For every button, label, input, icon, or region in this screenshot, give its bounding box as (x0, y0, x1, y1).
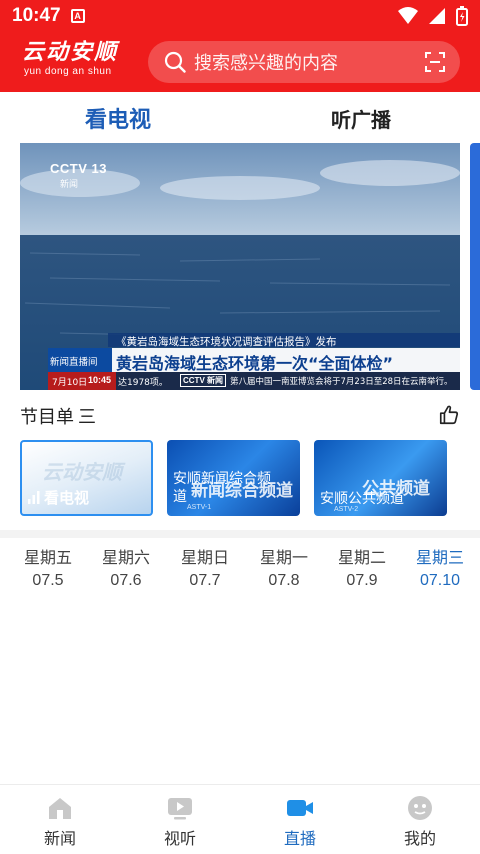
home-icon (49, 798, 71, 819)
channel-logo: CCTV 13 (50, 161, 107, 176)
play-icon (168, 798, 192, 820)
day-date: 07.7 (189, 572, 221, 589)
day-date: 07.5 (32, 572, 64, 589)
status-time: 10:47 (12, 5, 61, 26)
report-title: 《黄岩岛海域生态环境状况调查评估报告》发布 (116, 336, 337, 348)
broadcast-date: 7月10日 (52, 378, 88, 388)
day-name: 星期五 (23, 548, 72, 567)
status-icons (398, 6, 468, 26)
channel-name-line1: 安顺新闻综合频 (173, 471, 271, 487)
thumbs-up-icon[interactable] (438, 404, 460, 426)
day-selector: 星期五 07.5 星期六 07.6 星期日 07.7 星期一 07.8 星期二 … (0, 546, 480, 598)
video-player[interactable]: CCTV 13 新闻 《黄岩岛海域生态环境状况调查评估报告》发布 新闻直播间 黄… (20, 143, 460, 390)
nav-label: 我的 (403, 829, 436, 848)
day-name: 星期三 (415, 548, 464, 567)
day-date: 07.8 (268, 572, 300, 589)
nav-profile[interactable]: 我的 (380, 795, 460, 849)
day-name: 星期日 (180, 548, 229, 567)
day-name: 星期一 (259, 548, 308, 567)
media-tabs: 看电视 听广播 (0, 92, 480, 142)
next-video-peek[interactable] (470, 143, 480, 390)
nav-label: 视听 (163, 829, 196, 848)
app-screen: 10:47 A 云动安顺 yun dong an shun 搜索感兴趣的内容 看… (0, 0, 480, 854)
tab-watch-tv[interactable]: 看电视 (85, 102, 151, 134)
nav-label: 新闻 (43, 829, 76, 848)
signal-bars-icon (28, 491, 40, 504)
day-date: 07.6 (110, 572, 142, 589)
day-date: 07.9 (346, 572, 378, 589)
channel-name-line2: 道 (173, 489, 187, 505)
channel-name: 安顺公共频道 (320, 491, 404, 507)
guide-title: 节目单 (20, 407, 74, 428)
tab-listen-radio[interactable]: 听广播 (331, 104, 391, 133)
channel-watermark: 云动安顺 (42, 460, 122, 484)
channel-sub: 新闻 (60, 180, 79, 190)
channel-card-public[interactable]: 公共频道 安顺公共频道 ASTV-2 (314, 440, 447, 516)
ticker-right: 第八届中国一南亚博览会将于7月23日至28日在云南举行。 (230, 377, 453, 387)
bottom-navigation: 新闻 视听 直播 我的 (0, 784, 480, 854)
app-logo: 云动安顺 yun dong an shun (22, 38, 134, 86)
program-guide-header: 节目单 三 (20, 402, 460, 430)
nav-news[interactable]: 新闻 (20, 795, 100, 849)
day-item[interactable]: 星期五 07.5 (13, 546, 83, 592)
signal-icon (429, 8, 445, 24)
battery-icon (456, 6, 468, 26)
channel-list: 云动安顺 看电视 新闻综合频道 安顺新闻综合频 道 ASTV-1 公共频道 安顺… (20, 440, 460, 518)
profile-icon (408, 796, 432, 820)
search-placeholder: 搜索感兴趣的内容 (194, 53, 338, 74)
app-header: 云动安顺 yun dong an shun 搜索感兴趣的内容 (0, 32, 480, 92)
scan-icon[interactable] (424, 51, 446, 73)
menu-icon[interactable]: 三 (78, 403, 96, 429)
video-camera-icon (287, 800, 313, 816)
search-icon (164, 51, 186, 73)
day-item-selected[interactable]: 星期三 07.10 (405, 546, 475, 592)
search-input[interactable]: 搜索感兴趣的内容 (148, 41, 460, 83)
broadcast-time: 10:45 (88, 375, 112, 385)
logo-pinyin: yun dong an shun (24, 66, 112, 77)
ticker-logo: CCTV 新闻 (180, 374, 226, 387)
channel-code: ASTV-1 (187, 504, 212, 511)
channel-code: ASTV-2 (334, 506, 359, 513)
headline: 黄岩岛海域生态环境第一次“全面体检” (116, 354, 394, 373)
wifi-icon (398, 7, 418, 24)
nav-media[interactable]: 视听 (140, 795, 220, 849)
nav-label: 直播 (283, 829, 316, 848)
day-item[interactable]: 星期日 07.7 (170, 546, 240, 592)
day-item[interactable]: 星期二 07.9 (327, 546, 397, 592)
channel-card-news[interactable]: 新闻综合频道 安顺新闻综合频 道 ASTV-1 (167, 440, 300, 516)
logo-text: 云动安顺 (22, 39, 119, 65)
day-name: 星期二 (337, 548, 386, 567)
day-item[interactable]: 星期一 07.8 (249, 546, 319, 592)
day-item[interactable]: 星期六 07.6 (91, 546, 161, 592)
channel-card-tv[interactable]: 云动安顺 看电视 (20, 440, 153, 516)
day-date: 07.10 (419, 572, 461, 589)
show-name: 新闻直播间 (50, 357, 98, 368)
day-name: 星期六 (101, 548, 150, 567)
ticker-left: 达1978项。 (118, 378, 168, 388)
section-divider (0, 530, 480, 538)
notification-icon: A (70, 9, 85, 23)
channel-label-tv: 看电视 (44, 489, 90, 507)
status-bar: 10:47 A (0, 0, 480, 32)
nav-live[interactable]: 直播 (260, 795, 340, 849)
